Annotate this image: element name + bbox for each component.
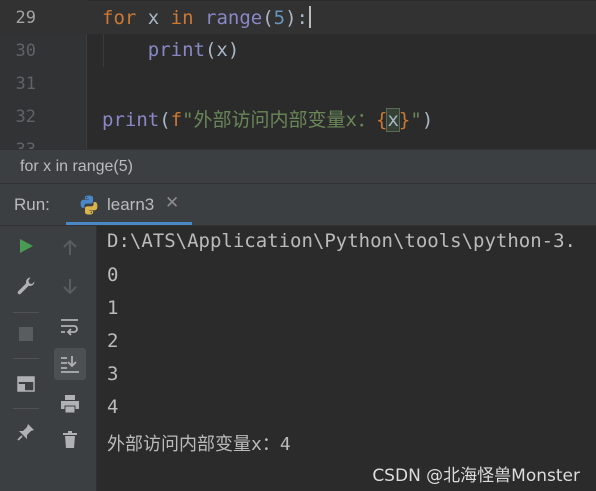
- arrow-down-icon: [63, 279, 77, 295]
- indent-guide: [103, 34, 104, 67]
- previous-occurrence-button[interactable]: [54, 232, 86, 264]
- arrow-up-icon: [63, 239, 77, 255]
- run-icon: [20, 239, 33, 253]
- run-tool-window-header: Run: learn3 ✕: [0, 184, 596, 226]
- restore-layout-button[interactable]: [10, 368, 42, 400]
- watermark: CSDN @北海怪兽Monster: [372, 466, 580, 486]
- print-icon: [61, 395, 79, 414]
- active-tab-indicator: [66, 222, 192, 225]
- layout-icon: [17, 376, 35, 392]
- console-line: 外部访问内部变量x：4: [107, 434, 291, 455]
- soft-wrap-icon: [61, 319, 78, 336]
- code-text[interactable]: for x in range(5):: [102, 6, 311, 29]
- breadcrumb-item[interactable]: for x in range(5): [20, 158, 133, 176]
- run-toolbar: [0, 226, 96, 491]
- line-number: 33: [0, 140, 36, 149]
- next-occurrence-button[interactable]: [54, 270, 86, 302]
- console-line: 1: [107, 297, 119, 319]
- code-line-32[interactable]: 32 print(f"外部访问内部变量x：{x}"): [0, 100, 596, 133]
- pin-icon: [17, 424, 34, 441]
- soft-wrap-button[interactable]: [54, 310, 86, 342]
- clear-all-button[interactable]: [54, 424, 86, 456]
- python-icon: [80, 195, 98, 215]
- text-caret: [309, 6, 311, 28]
- console-line: 2: [107, 330, 119, 352]
- wrench-icon: [17, 277, 35, 295]
- code-line-33[interactable]: 33: [0, 133, 596, 149]
- code-line-31[interactable]: 31: [0, 67, 596, 100]
- run-label: Run:: [14, 195, 50, 214]
- console-line: 4: [107, 396, 119, 418]
- line-number: 31: [15, 74, 36, 94]
- code-line-29[interactable]: 29 for x in range(5):: [0, 1, 596, 34]
- print-button[interactable]: [54, 388, 86, 420]
- rerun-button[interactable]: [10, 230, 42, 262]
- run-tab-label: learn3: [107, 195, 155, 214]
- breadcrumb[interactable]: for x in range(5): [0, 149, 596, 184]
- code-editor[interactable]: 29 for x in range(5): 30 print(x) 31 32 …: [0, 0, 596, 149]
- line-number: 29: [15, 8, 36, 28]
- code-text[interactable]: print(x): [102, 39, 240, 61]
- console-output[interactable]: D:\ATS\Application\Python\tools\python-3…: [97, 226, 596, 491]
- line-number: 30: [15, 41, 36, 61]
- toolbar-divider: [13, 408, 39, 409]
- stop-icon: [19, 327, 33, 341]
- edit-configuration-button[interactable]: [10, 270, 42, 302]
- console-line: 3: [107, 363, 119, 385]
- toolbar-divider: [13, 312, 39, 313]
- line-number: 32: [15, 107, 36, 127]
- trash-icon: [63, 431, 77, 448]
- scroll-to-end-icon: [61, 356, 79, 373]
- console-line: 0: [107, 264, 119, 286]
- toolbar-divider: [13, 358, 39, 359]
- close-icon[interactable]: ✕: [165, 193, 179, 213]
- console-line: D:\ATS\Application\Python\tools\python-3…: [107, 230, 576, 252]
- run-tab-learn3[interactable]: learn3 ✕: [66, 184, 192, 225]
- code-line-30[interactable]: 30 print(x): [0, 34, 596, 67]
- scroll-to-end-button[interactable]: [54, 348, 86, 380]
- pin-tab-button[interactable]: [10, 416, 42, 448]
- stop-button[interactable]: [10, 318, 42, 350]
- highlighted-variable: x: [386, 108, 400, 132]
- code-text[interactable]: print(f"外部访问内部变量x：{x}"): [102, 105, 433, 132]
